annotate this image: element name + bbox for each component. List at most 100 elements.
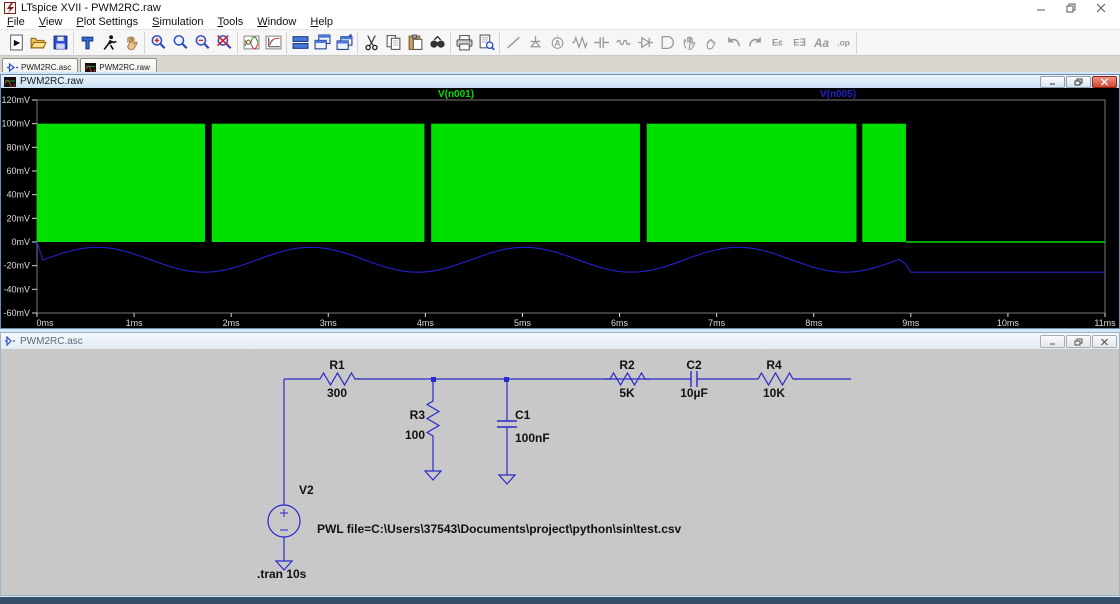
v2-value: PWL file=C:\Users\37543\Documents\projec… [317, 522, 682, 536]
label-net-icon: A [546, 32, 568, 54]
menu-plot-settings[interactable]: Plot Settings [69, 15, 145, 29]
schem-restore-button[interactable] [1066, 335, 1091, 348]
tran-directive: .tran 10s [257, 567, 307, 581]
c1-ref: C1 [515, 408, 531, 422]
menu-tools[interactable]: Tools [211, 15, 251, 29]
x-tick-label: 10ms [997, 318, 1020, 328]
restore-button[interactable] [1056, 0, 1086, 15]
menubar: FileViewPlot SettingsSimulationToolsWind… [0, 15, 1120, 30]
waveform-icon [85, 63, 96, 72]
y-tick-label: 120mV [1, 95, 30, 105]
capacitor-c2 [691, 371, 697, 387]
halt-icon[interactable] [120, 32, 142, 54]
wave-restore-button[interactable] [1066, 76, 1091, 88]
c2-value: 10µF [680, 386, 708, 400]
run-icon[interactable] [98, 32, 120, 54]
x-tick-label: 11ms [1094, 318, 1116, 328]
svg-text:E∃: E∃ [793, 38, 805, 49]
undo-icon [722, 32, 744, 54]
zoom-back-icon[interactable] [169, 32, 191, 54]
menu-file[interactable]: File [0, 15, 32, 29]
ground-c1 [499, 475, 515, 484]
wave-minimize-button[interactable] [1040, 76, 1065, 88]
x-tick-label: 0ms [36, 318, 54, 328]
trace-v1-segment [37, 124, 205, 242]
close-button[interactable] [1086, 0, 1116, 15]
autorange-y-icon[interactable] [240, 32, 262, 54]
r4-ref: R4 [766, 358, 782, 372]
menu-window[interactable]: Window [250, 15, 303, 29]
mdi-area: PWM2RC.raw 120mV100mV80mV60mV40mV20mV0mV… [0, 72, 1120, 604]
r2-ref: R2 [619, 358, 635, 372]
copy-icon[interactable] [382, 32, 404, 54]
x-tick-label: 2ms [223, 318, 241, 328]
plot-settings-icon[interactable] [262, 32, 284, 54]
r3-ref: R3 [410, 408, 426, 422]
find-icon[interactable] [426, 32, 448, 54]
ltspice-logo-icon [4, 2, 16, 14]
ground-icon [524, 32, 546, 54]
c2-ref: C2 [686, 358, 702, 372]
print-icon[interactable] [453, 32, 475, 54]
toolbar: A Eɛ E∃ Aa.op [0, 30, 1120, 56]
c1-value: 100nF [515, 431, 550, 445]
menu-help[interactable]: Help [303, 15, 340, 29]
control-panel-icon[interactable] [76, 32, 98, 54]
schem-close-button[interactable] [1092, 335, 1117, 348]
rotate-icon: E∃ [788, 32, 810, 54]
waveform-window-title: PWM2RC.raw [20, 76, 83, 87]
spice-directive-icon: .op [832, 32, 854, 54]
cut-icon[interactable] [360, 32, 382, 54]
x-tick-label: 7ms [708, 318, 726, 328]
drag-icon [700, 32, 722, 54]
svg-text:Aa: Aa [813, 37, 829, 50]
trace-v2 [37, 242, 1105, 272]
zoom-fit-icon[interactable] [213, 32, 235, 54]
paste-icon[interactable] [404, 32, 426, 54]
r2-value: 5K [619, 386, 635, 400]
menu-simulation[interactable]: Simulation [145, 15, 210, 29]
waveform-window: PWM2RC.raw 120mV100mV80mV60mV40mV20mV0mV… [0, 74, 1120, 329]
trace-v1-segment [862, 124, 906, 242]
legend-V(n005)[interactable]: V(n005) [820, 89, 856, 100]
svg-text:Eɛ: Eɛ [771, 38, 782, 49]
x-tick-label: 1ms [126, 318, 144, 328]
diode-icon [634, 32, 656, 54]
schematic-window-titlebar[interactable]: PWM2RC.asc [1, 333, 1119, 349]
cascade-icon[interactable] [311, 32, 333, 54]
windows-icon[interactable] [333, 32, 355, 54]
schematic-icon [7, 63, 18, 72]
zoom-out-icon[interactable] [191, 32, 213, 54]
y-tick-label: 60mV [6, 166, 30, 176]
component-icon [656, 32, 678, 54]
inductor-icon [612, 32, 634, 54]
menu-view[interactable]: View [32, 15, 70, 29]
schem-minimize-button[interactable] [1040, 335, 1065, 348]
y-tick-label: 0mV [11, 237, 30, 247]
x-tick-label: 8ms [805, 318, 823, 328]
tile-icon[interactable] [289, 32, 311, 54]
trace-v1-segment [647, 124, 857, 242]
legend-V(n001)[interactable]: V(n001) [438, 89, 474, 100]
print-preview-icon[interactable] [475, 32, 497, 54]
schematic-canvas[interactable]: R1 300 R2 5K C2 10µF R4 10K R3 100 C1 10… [1, 349, 1119, 595]
schematic-window: PWM2RC.asc [0, 332, 1120, 596]
waveform-window-titlebar[interactable]: PWM2RC.raw [1, 75, 1119, 88]
y-tick-label: -40mV [3, 284, 30, 294]
x-tick-label: 9ms [902, 318, 920, 328]
waveform-plot-area[interactable]: 120mV100mV80mV60mV40mV20mV0mV-20mV-40mV-… [1, 88, 1119, 328]
ground-r3 [425, 471, 441, 480]
wave-close-button[interactable] [1092, 76, 1117, 88]
zoom-in-icon[interactable] [147, 32, 169, 54]
resistor-r1 [315, 373, 360, 385]
minimize-button[interactable] [1026, 0, 1056, 15]
x-tick-label: 3ms [320, 318, 338, 328]
resistor-icon [568, 32, 590, 54]
save-icon[interactable] [49, 32, 71, 54]
x-tick-label: 5ms [514, 318, 532, 328]
r4-value: 10K [763, 386, 785, 400]
open-icon[interactable] [27, 32, 49, 54]
text-icon: Aa [810, 32, 832, 54]
new-schematic-icon[interactable] [5, 32, 27, 54]
r1-ref: R1 [329, 358, 345, 372]
